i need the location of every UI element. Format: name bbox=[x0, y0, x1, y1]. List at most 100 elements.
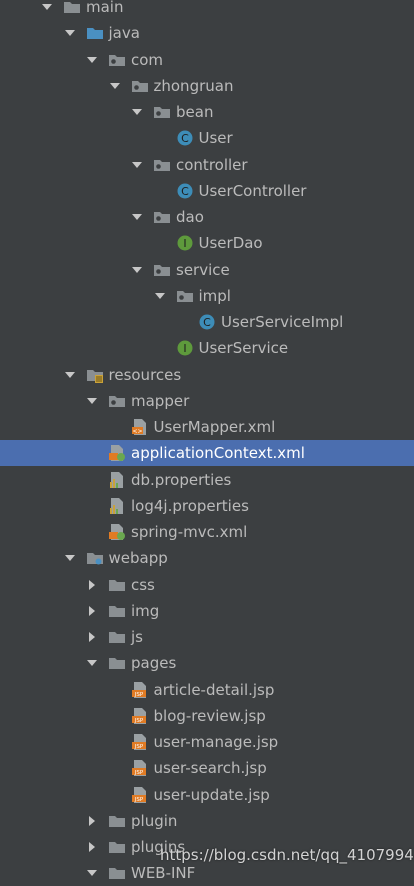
svg-text:JSP: JSP bbox=[133, 718, 143, 724]
svg-text:C: C bbox=[181, 132, 189, 145]
svg-text:JSP: JSP bbox=[133, 797, 143, 803]
tree-item-label: UserController bbox=[198, 181, 307, 200]
tree-item-label: pages bbox=[131, 654, 177, 673]
tree-item-blog-review-jsp[interactable]: JSP blog-review.jsp bbox=[0, 703, 414, 729]
tree-item-mapper[interactable]: mapper bbox=[0, 388, 414, 414]
tree-item-userservice[interactable]: I UserService bbox=[0, 335, 414, 361]
tree-item-js[interactable]: js bbox=[0, 624, 414, 650]
expand-arrow-icon[interactable] bbox=[130, 263, 144, 277]
expand-arrow-icon[interactable] bbox=[130, 105, 144, 119]
folder-icon bbox=[108, 576, 126, 594]
tree-item-db-properties[interactable]: db.properties bbox=[0, 467, 414, 493]
tree-item-label: main bbox=[86, 0, 124, 16]
tree-item-userserviceimpl[interactable]: C UserServiceImpl bbox=[0, 309, 414, 335]
tree-item-label: css bbox=[131, 575, 155, 594]
tree-item-img[interactable]: img bbox=[0, 598, 414, 624]
source-folder-icon bbox=[86, 24, 104, 42]
tree-item-label: plugin bbox=[131, 811, 178, 830]
tree-item-spring-mvc-xml[interactable]: spring-mvc.xml bbox=[0, 519, 414, 545]
tree-item-label: UserDao bbox=[198, 234, 263, 253]
tree-item-label: blog-review.jsp bbox=[153, 706, 266, 725]
collapse-arrow-icon[interactable] bbox=[85, 840, 99, 854]
tree-item-userdao[interactable]: I UserDao bbox=[0, 230, 414, 256]
svg-text:I: I bbox=[183, 237, 186, 250]
tree-item-label: article-detail.jsp bbox=[153, 680, 275, 699]
expand-arrow-icon[interactable] bbox=[63, 551, 77, 565]
tree-item-impl[interactable]: impl bbox=[0, 283, 414, 309]
tree-item-main[interactable]: main bbox=[0, 0, 414, 20]
tree-item-user-search-jsp[interactable]: JSP user-search.jsp bbox=[0, 755, 414, 781]
tree-item-usercontroller[interactable]: C UserController bbox=[0, 178, 414, 204]
tree-item-article-detail-jsp[interactable]: JSP article-detail.jsp bbox=[0, 677, 414, 703]
tree-item-user[interactable]: C User bbox=[0, 125, 414, 151]
tree-item-applicationcontext-xml[interactable]: applicationContext.xml bbox=[0, 440, 414, 467]
tree-item-user-update-jsp[interactable]: JSP user-update.jsp bbox=[0, 782, 414, 808]
tree-item-label: impl bbox=[198, 286, 231, 305]
jsp-file-icon: JSP bbox=[131, 707, 149, 725]
tree-item-label: user-update.jsp bbox=[153, 785, 270, 804]
tree-item-webapp[interactable]: webapp bbox=[0, 545, 414, 571]
package-icon bbox=[131, 77, 149, 95]
properties-file-icon bbox=[108, 497, 126, 515]
tree-item-log4j-properties[interactable]: log4j.properties bbox=[0, 493, 414, 519]
expand-arrow-icon[interactable] bbox=[130, 210, 144, 224]
tree-item-web-inf[interactable]: WEB-INF bbox=[0, 860, 414, 886]
tree-item-resources[interactable]: resources bbox=[0, 362, 414, 388]
collapse-arrow-icon[interactable] bbox=[85, 604, 99, 618]
tree-item-com[interactable]: com bbox=[0, 47, 414, 73]
tree-item-label: img bbox=[131, 601, 160, 620]
tree-item-usermapper-xml[interactable]: <> UserMapper.xml bbox=[0, 414, 414, 440]
tree-item-label: zhongruan bbox=[153, 76, 234, 95]
tree-item-plugin[interactable]: plugin bbox=[0, 808, 414, 834]
tree-item-label: WEB-INF bbox=[131, 864, 196, 883]
tree-item-label: UserService bbox=[198, 339, 289, 358]
tree-item-label: js bbox=[131, 628, 143, 646]
tree-item-label: bean bbox=[176, 103, 214, 121]
tree-item-label: log4j.properties bbox=[131, 496, 249, 515]
tree-item-pages[interactable]: pages bbox=[0, 650, 414, 676]
folder-icon bbox=[63, 0, 81, 16]
expand-arrow-icon[interactable] bbox=[63, 368, 77, 382]
expand-arrow-icon[interactable] bbox=[85, 53, 99, 67]
project-tree: main java com zhongruan bean C User controller C… bbox=[0, 0, 414, 882]
tree-item-user-manage-jsp[interactable]: JSP user-manage.jsp bbox=[0, 729, 414, 755]
tree-item-label: webapp bbox=[108, 549, 168, 568]
package-icon bbox=[153, 208, 171, 226]
expand-arrow-icon[interactable] bbox=[130, 158, 144, 172]
tree-item-dao[interactable]: dao bbox=[0, 204, 414, 230]
tree-item-java[interactable]: java bbox=[0, 20, 414, 46]
jsp-file-icon: JSP bbox=[131, 733, 149, 751]
tree-item-label: controller bbox=[176, 155, 248, 174]
jsp-file-icon: JSP bbox=[131, 786, 149, 804]
package-icon bbox=[153, 156, 171, 174]
collapse-arrow-icon[interactable] bbox=[85, 630, 99, 644]
expand-arrow-icon[interactable] bbox=[85, 394, 99, 408]
expand-arrow-icon[interactable] bbox=[153, 289, 167, 303]
expand-arrow-icon[interactable] bbox=[85, 866, 99, 880]
folder-icon bbox=[108, 654, 126, 672]
expand-arrow-icon[interactable] bbox=[40, 0, 54, 14]
folder-icon bbox=[108, 602, 126, 620]
collapse-arrow-icon[interactable] bbox=[85, 578, 99, 592]
tree-item-bean[interactable]: bean bbox=[0, 99, 414, 125]
folder-icon bbox=[108, 628, 126, 646]
tree-item-label: user-manage.jsp bbox=[153, 733, 279, 751]
svg-text:JSP: JSP bbox=[133, 692, 143, 698]
svg-text:JSP: JSP bbox=[133, 744, 143, 750]
tree-item-service[interactable]: service bbox=[0, 257, 414, 283]
package-icon bbox=[108, 51, 126, 69]
expand-arrow-icon[interactable] bbox=[63, 26, 77, 40]
collapse-arrow-icon[interactable] bbox=[85, 814, 99, 828]
svg-text:<>: <> bbox=[132, 428, 142, 435]
svg-text:C: C bbox=[203, 316, 211, 329]
tree-item-css[interactable]: css bbox=[0, 572, 414, 598]
tree-item-controller[interactable]: controller bbox=[0, 152, 414, 178]
tree-item-label: user-search.jsp bbox=[153, 759, 267, 778]
tree-item-label: UserServiceImpl bbox=[221, 313, 344, 331]
expand-arrow-icon[interactable] bbox=[85, 656, 99, 670]
folder-icon bbox=[108, 864, 126, 882]
tree-item-label: mapper bbox=[131, 391, 190, 410]
tree-item-zhongruan[interactable]: zhongruan bbox=[0, 73, 414, 99]
jsp-file-icon: JSP bbox=[131, 681, 149, 699]
expand-arrow-icon[interactable] bbox=[108, 79, 122, 93]
